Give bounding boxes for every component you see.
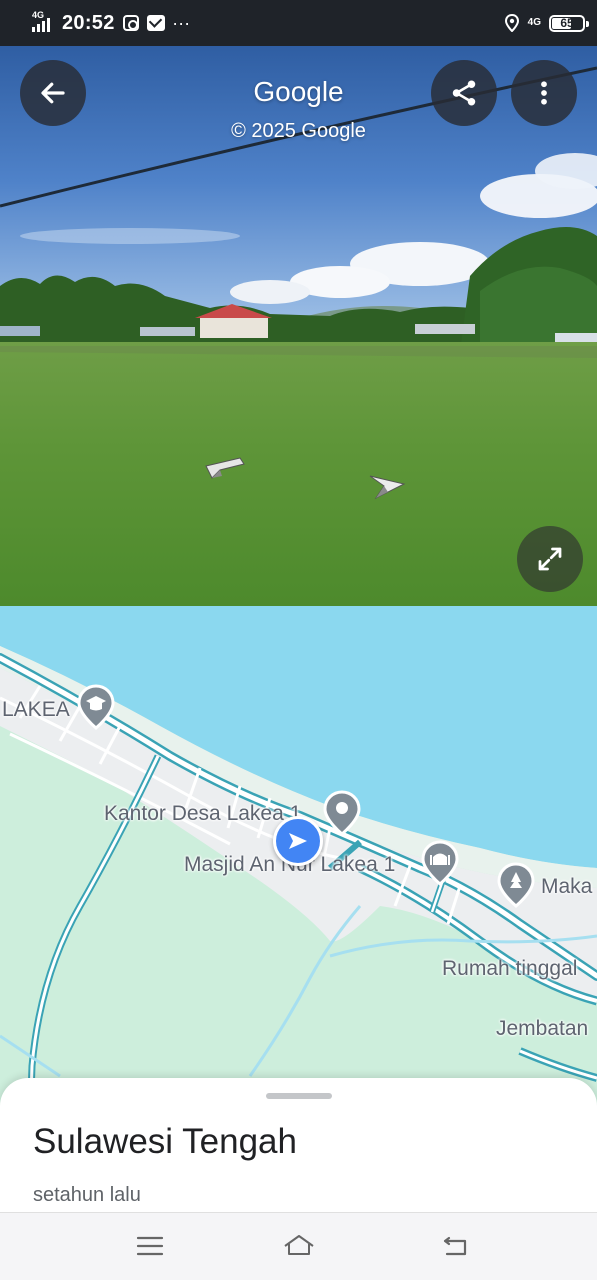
office-pin[interactable] (323, 790, 361, 836)
status-bar-right: 4G 65 (504, 14, 589, 32)
street-view-panel[interactable]: Google © 2025 Google (0, 46, 597, 606)
status-bar: 4G 20:52 ... 4G 65 (0, 0, 597, 46)
signal-icon: 4G (32, 10, 54, 34)
mail-icon (146, 15, 165, 31)
share-icon (452, 80, 476, 106)
recent-apps-button[interactable] (130, 1227, 170, 1265)
street-view-copyright: © 2025 Google (231, 120, 366, 142)
map-label-lakea[interactable]: LAKEA (2, 698, 70, 722)
school-icon (77, 684, 115, 730)
navigation-arrow-icon (289, 833, 307, 849)
place-bottom-sheet[interactable]: Sulawesi Tengah setahun lalu (0, 1078, 597, 1218)
system-navigation-bar (0, 1212, 597, 1280)
back-nav-button[interactable] (435, 1227, 475, 1265)
capture-date: setahun lalu (33, 1184, 141, 1206)
signal-bars (32, 18, 50, 32)
pan-left-arrow-icon[interactable] (200, 454, 246, 482)
current-location-marker[interactable] (273, 816, 323, 866)
location-icon (504, 14, 519, 32)
more-vert-icon (541, 81, 547, 105)
clock: 20:52 (62, 11, 115, 34)
place-title: Sulawesi Tengah (33, 1122, 297, 1161)
pan-right-arrow-icon[interactable] (366, 470, 408, 502)
instagram-icon (122, 15, 139, 31)
status-bar-left: 4G 20:52 ... (32, 8, 191, 35)
battery-level: 65 (560, 16, 574, 30)
mosque-icon (421, 840, 459, 886)
home-button[interactable] (279, 1227, 319, 1265)
share-button[interactable] (431, 60, 497, 126)
map-label-makam[interactable]: Maka (541, 875, 592, 899)
expand-button[interactable] (517, 526, 583, 592)
right-network-type: 4G (527, 17, 541, 28)
expand-icon (538, 547, 562, 571)
street-view-title: Google (253, 76, 344, 107)
drag-handle[interactable] (266, 1093, 332, 1099)
map-label-jembatan[interactable]: Jembatan (496, 1017, 588, 1041)
battery-icon: 65 (549, 14, 589, 32)
mosque-pin[interactable] (421, 840, 459, 886)
cemetery-pin[interactable] (497, 862, 535, 908)
map-label-kantor-desa[interactable]: Kantor Desa Lakea 1 (104, 802, 301, 826)
cemetery-icon (497, 862, 535, 908)
school-pin[interactable] (77, 684, 115, 730)
back-icon (443, 1236, 467, 1256)
menu-icon (136, 1236, 164, 1256)
map-label-rumah-tinggal[interactable]: Rumah tinggal (442, 957, 577, 981)
place-pin-icon (323, 790, 361, 836)
home-icon (284, 1235, 314, 1255)
map-panel[interactable]: LAKEA Kantor Desa Lakea 1 Masjid An Nur … (0, 606, 597, 1126)
more-notifications-icon: ... (172, 8, 191, 29)
more-options-button[interactable] (511, 60, 577, 126)
